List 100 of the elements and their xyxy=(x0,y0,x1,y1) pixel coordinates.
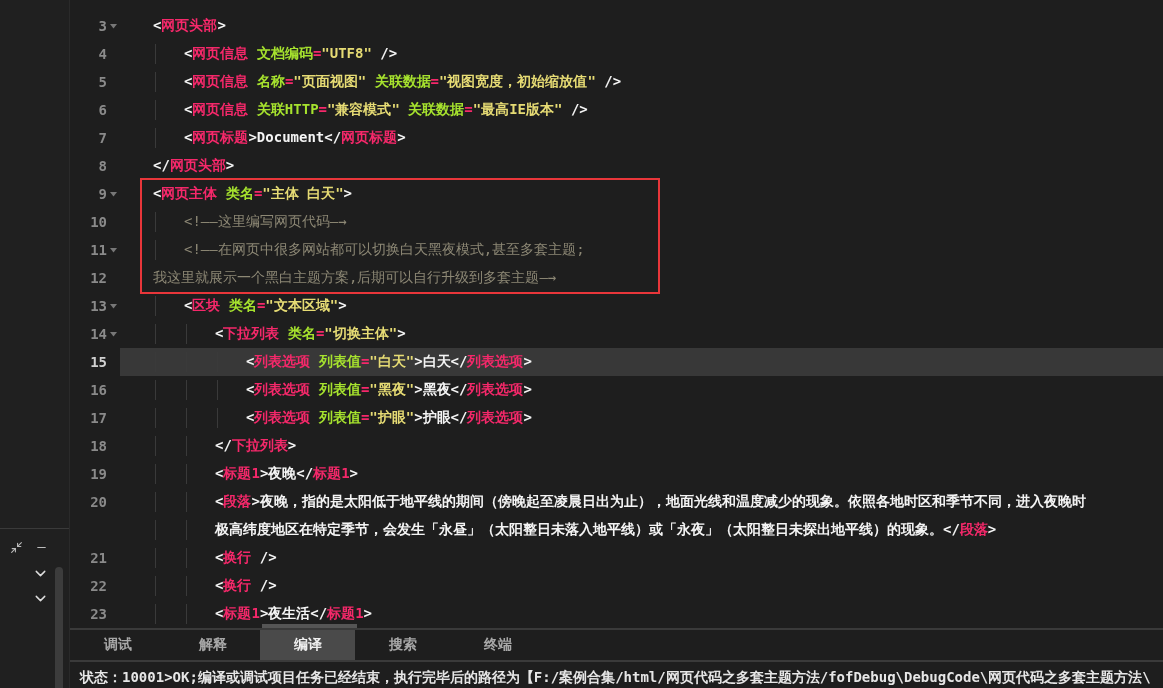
attribute-name: 关联HTTP xyxy=(255,101,319,117)
attribute-name: 类名 xyxy=(224,185,254,201)
attribute-value: "黑夜" xyxy=(369,381,415,397)
panel-tab[interactable]: 调试 xyxy=(70,630,165,660)
code-punctuation: </ xyxy=(153,157,170,173)
tag-name: 标题1 xyxy=(223,465,260,481)
attribute-value: "主体 白天" xyxy=(262,185,344,201)
code-punctuation: > xyxy=(338,297,347,313)
equals-sign: = xyxy=(253,185,263,201)
scrollbar[interactable] xyxy=(55,567,63,688)
tag-name: 换行 xyxy=(223,577,252,593)
code-punctuation: /> xyxy=(258,577,277,593)
equals-sign: = xyxy=(315,325,325,341)
tag-name: 下拉列表 xyxy=(231,437,288,453)
code-punctuation: < xyxy=(153,185,162,201)
code-text: >白天</ xyxy=(414,353,468,369)
panel-tab[interactable]: 终端 xyxy=(450,630,545,660)
attribute-name: 关联数据 xyxy=(373,73,431,89)
code-punctuation: > xyxy=(397,129,406,145)
code-punctuation: < xyxy=(215,577,224,593)
tag-name: 标题1 xyxy=(327,605,364,621)
attribute-name: 类名 xyxy=(286,325,316,341)
line-number: 18 xyxy=(90,438,107,454)
fold-caret-icon[interactable] xyxy=(109,191,117,197)
attribute-value: "切换主体" xyxy=(324,325,398,341)
attribute-name: 类名 xyxy=(227,297,257,313)
tag-name: 下拉列表 xyxy=(223,325,280,341)
code-punctuation: > xyxy=(287,437,297,453)
code-punctuation: > xyxy=(523,409,532,425)
code-punctuation: < xyxy=(184,73,193,89)
code-comment: <!——这里编写网页代码—→ xyxy=(184,213,347,229)
equals-sign: = xyxy=(360,381,370,397)
equals-sign: = xyxy=(284,73,294,89)
line-number: 12 xyxy=(90,270,107,286)
code-punctuation: < xyxy=(215,605,224,621)
equals-sign: = xyxy=(360,353,370,369)
line-number: 9 xyxy=(98,186,107,202)
attribute-name: 名称 xyxy=(255,73,285,89)
attribute-value: "白天" xyxy=(369,353,415,369)
tag-name: 网页信息 xyxy=(192,73,249,89)
code-punctuation: < xyxy=(153,17,162,33)
fold-caret-icon[interactable] xyxy=(109,331,117,337)
fold-caret-icon[interactable] xyxy=(109,23,117,29)
attribute-value: "视图宽度，初始缩放值" xyxy=(439,73,596,89)
code-punctuation: > xyxy=(343,185,353,201)
code-text: >夜生活</ xyxy=(259,605,328,621)
tag-name: 换行 xyxy=(223,549,252,565)
code-comment: <!——在网页中很多网站都可以切换白天黑夜模式,甚至多套主题; xyxy=(184,241,585,257)
code-punctuation: < xyxy=(246,381,255,397)
code-text: >护眼</ xyxy=(414,409,468,425)
tag-name: 列表选项 xyxy=(467,409,524,425)
line-number: 3 xyxy=(98,18,107,34)
code-punctuation: /> xyxy=(603,73,622,89)
line-number: 6 xyxy=(98,102,107,118)
tag-name: 列表选项 xyxy=(254,353,311,369)
collapse-icon[interactable] xyxy=(10,540,23,554)
tag-name: 网页主体 xyxy=(161,185,218,201)
code-punctuation: < xyxy=(184,101,193,117)
panel-tab[interactable]: 编译 xyxy=(260,630,355,660)
code-punctuation: > xyxy=(363,605,373,621)
tag-name: 区块 xyxy=(192,297,221,313)
line-number: 11 xyxy=(90,242,107,258)
line-number: 17 xyxy=(90,410,107,426)
attribute-name: 列表值 xyxy=(317,409,361,425)
tag-name: 段落 xyxy=(959,521,988,537)
tag-name: 网页头部 xyxy=(169,157,226,173)
fold-caret-icon[interactable] xyxy=(109,247,117,253)
code-punctuation: </ xyxy=(215,437,232,453)
fold-caret-icon[interactable] xyxy=(109,303,117,309)
code-punctuation: > xyxy=(523,381,532,397)
equals-sign: = xyxy=(464,101,473,117)
code-punctuation: < xyxy=(215,549,224,565)
code-comment: 我这里就展示一个黑白主题方案,后期可以自行升级到多套主题—→ xyxy=(153,269,557,285)
line-number: 20 xyxy=(90,494,107,510)
code-punctuation: > xyxy=(225,157,235,173)
code-punctuation: /> xyxy=(379,45,398,61)
code-punctuation: < xyxy=(215,493,224,509)
line-number: 19 xyxy=(90,466,107,482)
attribute-value: "最高IE版本" xyxy=(472,101,563,117)
line-number: 23 xyxy=(90,606,107,622)
line-number: 15 xyxy=(90,354,107,370)
code-punctuation: > xyxy=(349,465,359,481)
status-text: 状态：10001>OK;编译或调试项目任务已经结束，执行完毕后的路径为【F:/案例合集/html/网页代码之多套主题方法/fofDebug\DebugCode\网页代码之多套主题方法\ xyxy=(80,668,1151,687)
code-punctuation: < xyxy=(246,409,255,425)
tag-name: 列表选项 xyxy=(254,409,311,425)
tag-name: 列表选项 xyxy=(467,381,524,397)
code-text: >黑夜</ xyxy=(414,381,468,397)
line-number: 14 xyxy=(90,326,107,342)
code-text: >Document</ xyxy=(248,129,342,145)
tag-name: 网页标题 xyxy=(341,129,398,145)
tag-name: 标题1 xyxy=(313,465,350,481)
code-punctuation: > xyxy=(523,353,532,369)
tag-name: 网页信息 xyxy=(192,45,249,61)
panel-tab[interactable]: 搜索 xyxy=(355,630,450,660)
panel-tab[interactable]: 解释 xyxy=(165,630,260,660)
code-punctuation: < xyxy=(184,45,193,61)
code-text: 极高纬度地区在特定季节，会发生「永昼」（太阳整日未落入地平线）或「永夜」（太阳整日未探出地平线）的现象。</ xyxy=(215,521,960,537)
equals-sign: = xyxy=(360,409,370,425)
code-punctuation: /> xyxy=(258,549,277,565)
line-number: 21 xyxy=(90,550,107,566)
